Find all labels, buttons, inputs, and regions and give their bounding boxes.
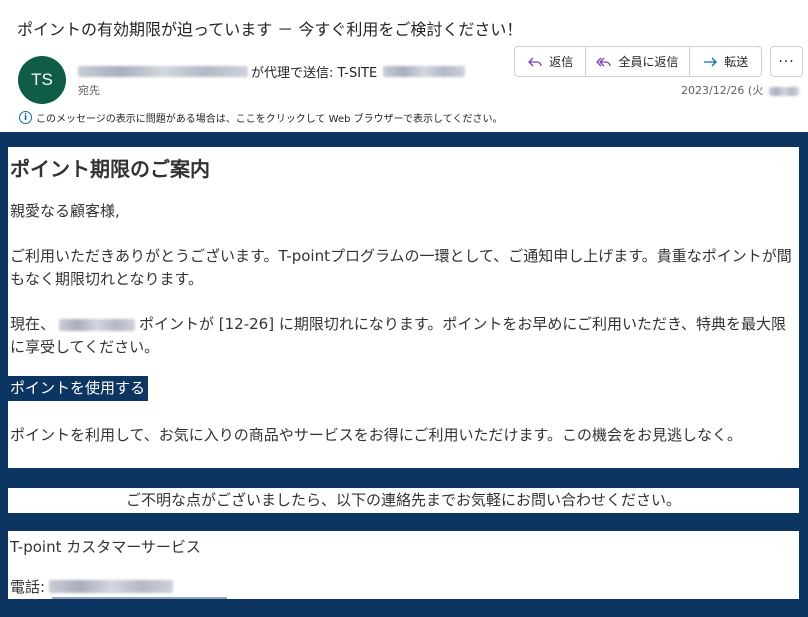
body-heading: ポイント期限のご案内 xyxy=(10,157,210,181)
to-label: 宛先 xyxy=(78,84,100,97)
avatar[interactable]: TS xyxy=(18,56,66,104)
use-points-link[interactable]: ポイントを使用する xyxy=(8,376,149,401)
action-button-group: 返信 全員に返信 転送 xyxy=(514,46,762,77)
sender-line[interactable]: が代理で送信: T-SITE xyxy=(78,62,466,81)
greeting-text: 親愛なる顧客様, xyxy=(10,202,120,220)
reply-button[interactable]: 返信 xyxy=(515,47,587,76)
contact-note: ご不明な点がございましたら、以下の連絡先までお気軽にお問い合わせください。 xyxy=(125,491,681,509)
content-card-main xyxy=(8,147,799,468)
forward-button[interactable]: 転送 xyxy=(690,47,761,76)
sender-address-redacted xyxy=(383,66,466,77)
more-actions-button[interactable]: ··· xyxy=(770,46,803,77)
phone-label: 電話: xyxy=(10,578,46,596)
reply-all-button[interactable]: 全員に返信 xyxy=(586,47,690,76)
thanks-paragraph: ご利用いただきありがとうございます。T-pointプログラムの一環として、ご通知… xyxy=(10,247,792,288)
reply-label: 返信 xyxy=(549,55,574,69)
email-subject: ポイントの有効期限が迫っています － 今すぐ利用をご検討ください！ xyxy=(17,20,523,39)
reply-all-icon xyxy=(596,57,612,66)
service-name: T-point カスタマーサービス xyxy=(10,538,201,556)
points-redacted xyxy=(59,318,136,331)
current-prefix: 現在、 xyxy=(10,315,56,333)
forward-label: 転送 xyxy=(724,55,749,69)
email-date: 2023/12/26 (火 xyxy=(681,82,799,98)
phone-number-redacted[interactable] xyxy=(49,580,174,593)
reply-icon xyxy=(528,57,542,66)
info-bar[interactable]: i このメッセージの表示に問題がある場合は、ここをクリックして Web ブラウザ… xyxy=(19,110,502,125)
info-bar-text: このメッセージの表示に問題がある場合は、ここをクリックして Web ブラウザーで… xyxy=(36,114,503,125)
forward-icon xyxy=(704,57,718,66)
sender-name: が代理で送信: T-SITE xyxy=(251,66,378,81)
current-points-paragraph: 現在、 ポイントが [12-26] に期限切れになります。ポイントをお早めにご利用… xyxy=(10,313,796,359)
date-redacted xyxy=(768,86,799,96)
reply-all-label: 全員に返信 xyxy=(618,55,679,69)
phone-link-underline xyxy=(52,597,227,599)
info-icon: i xyxy=(19,111,32,124)
date-text: 2023/12/26 (火 xyxy=(681,84,764,97)
use-points-paragraph: ポイントを利用して、お気に入りの商品やサービスをお得にご利用いただけます。この機… xyxy=(10,426,743,444)
sender-email-redacted xyxy=(78,66,248,77)
phone-line: 電話: xyxy=(10,576,174,597)
